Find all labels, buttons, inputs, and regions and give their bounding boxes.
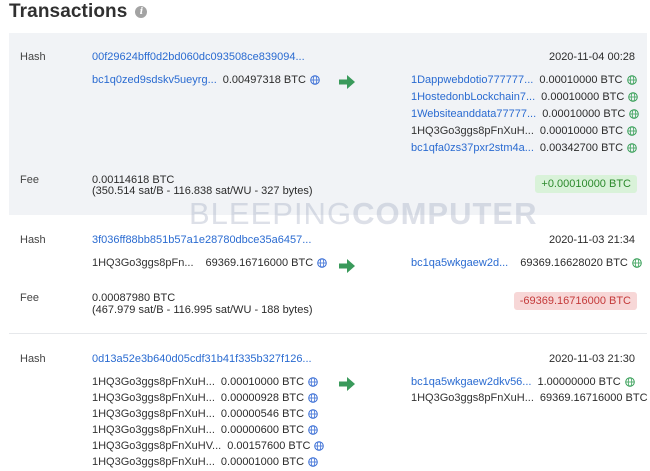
fee-detail: (350.514 sat/B - 116.838 sat/WU - 327 by…	[92, 185, 313, 197]
output-address: 1HQ3Go3ggs8pFnXuH...	[411, 392, 534, 404]
input-address-link[interactable]: bc1q0zed9sdskv5ueyrg...	[92, 74, 217, 86]
input-address: 1HQ3Go3ggs8pFnXuH...	[92, 376, 215, 388]
output-amount: 1.00000000 BTC	[537, 376, 621, 388]
fee-amount: 0.00087980 BTC	[92, 292, 176, 304]
globe-icon[interactable]	[628, 92, 639, 102]
output-address-link[interactable]: 1Websiteanddata77777...	[411, 108, 536, 120]
output-row: bc1qa5wkgaew2dkv56... 1.00000000 BTC	[411, 376, 635, 388]
fee-label: Fee	[20, 292, 39, 304]
output-amount: 0.00010000 BTC	[542, 108, 626, 120]
input-address: 1HQ3Go3ggs8pFnXuH...	[92, 456, 215, 468]
info-icon[interactable]: i	[135, 6, 148, 18]
input-row: 1HQ3Go3ggs8pFnXuH... 0.00010000 BTC	[92, 376, 318, 388]
transaction-card: Hash 0d13a52e3b640d05cdf31b41f335b327f12…	[9, 336, 650, 471]
output-amount: 69369.16628020 BTC	[520, 257, 628, 269]
input-amount: 0.00000546 BTC	[220, 408, 305, 420]
output-address-link[interactable]: 1HostedonbLockchain7...	[411, 91, 535, 103]
input-amount: 0.00010000 BTC	[220, 376, 305, 388]
arrow-right-icon	[339, 75, 355, 89]
output-row: bc1qa5wkgaew2d... 69369.16628020 BTC	[411, 257, 642, 269]
input-row: 1HQ3Go3ggs8pFnXuH... 0.00000600 BTC	[92, 424, 318, 436]
output-amount: 0.00342700 BTC	[539, 142, 624, 154]
globe-icon[interactable]	[314, 441, 325, 451]
output-address-link[interactable]: bc1qfa0zs37pxr2stm4a...	[411, 142, 534, 154]
divider	[9, 333, 647, 334]
input-amount: 0.00497318 BTC	[222, 74, 306, 86]
transaction-hash-link[interactable]: 3f036ff88bb851b57a1e28780dbce35a6457...	[92, 234, 311, 246]
transaction-hash-link[interactable]: 00f29624bff0d2bd060dc093508ce839094...	[92, 51, 305, 63]
output-row: 1HQ3Go3ggs8pFnXuH... 0.00010000 BTC	[411, 125, 637, 137]
output-address-link[interactable]: 1Dappwebdotio777777...	[411, 74, 533, 86]
globe-icon[interactable]	[624, 377, 635, 387]
output-row: 1Dappwebdotio777777... 0.00010000 BTC	[411, 74, 637, 86]
transaction-hash-link[interactable]: 0d13a52e3b640d05cdf31b41f335b327f126...	[92, 353, 312, 365]
balance-change-badge: -69369.16716000 BTC	[513, 292, 637, 310]
globe-icon[interactable]	[317, 258, 327, 268]
output-row: 1Websiteanddata77777... 0.00010000 BTC	[411, 108, 640, 120]
input-amount: 0.00000928 BTC	[220, 392, 305, 404]
transaction-card: Hash 00f29624bff0d2bd060dc093508ce839094…	[9, 33, 647, 215]
output-row: 1HostedonbLockchain7... 0.00010000 BTC	[411, 91, 639, 103]
hash-label: Hash	[20, 353, 46, 365]
hash-label: Hash	[20, 234, 46, 246]
globe-icon[interactable]	[308, 425, 318, 435]
globe-icon[interactable]	[308, 409, 318, 419]
output-address-link[interactable]: bc1qa5wkgaew2dkv56...	[411, 376, 531, 388]
input-amount: 0.00001000 BTC	[220, 456, 305, 468]
transaction-date: 2020-11-03 21:30	[548, 353, 635, 365]
input-row: bc1q0zed9sdskv5ueyrg... 0.00497318 BTC	[92, 74, 320, 86]
output-address: 1HQ3Go3ggs8pFnXuH...	[411, 125, 534, 137]
input-amount: 0.00157600 BTC	[227, 440, 311, 452]
input-address: 1HQ3Go3ggs8pFnXuHV...	[92, 440, 222, 452]
hash-label: Hash	[20, 51, 46, 63]
fee-detail: (467.979 sat/B - 116.995 sat/WU - 188 by…	[92, 304, 313, 316]
input-row: 1HQ3Go3ggs8pFnXuH... 0.00001000 BTC	[92, 456, 318, 468]
input-address: 1HQ3Go3ggs8pFnXuH...	[92, 424, 215, 436]
input-row: 1HQ3Go3ggs8pFn... 69369.16716000 BTC	[92, 257, 327, 269]
output-row: 1HQ3Go3ggs8pFnXuH... 69369.16716000 BTC	[411, 392, 650, 404]
input-address: 1HQ3Go3ggs8pFnXuH...	[92, 408, 215, 420]
globe-icon[interactable]	[629, 109, 640, 119]
globe-icon[interactable]	[308, 377, 318, 387]
arrow-right-icon	[339, 259, 355, 273]
input-amount: 69369.16716000 BTC	[205, 257, 314, 269]
globe-icon[interactable]	[308, 457, 318, 467]
fee-label: Fee	[20, 174, 39, 186]
output-amount: 69369.16716000 BTC	[539, 392, 648, 404]
globe-icon[interactable]	[310, 75, 320, 85]
output-amount: 0.00010000 BTC	[539, 74, 623, 86]
transaction-card: Hash 3f036ff88bb851b57a1e28780dbce35a645…	[9, 216, 647, 334]
output-row: bc1qfa0zs37pxr2stm4a... 0.00342700 BTC	[411, 142, 637, 154]
transaction-date: 2020-11-03 21:34	[548, 234, 635, 246]
output-amount: 0.00010000 BTC	[539, 125, 624, 137]
globe-icon[interactable]	[626, 75, 637, 85]
output-address-link[interactable]: bc1qa5wkgaew2d...	[411, 257, 508, 269]
input-address: 1HQ3Go3ggs8pFn...	[92, 257, 194, 269]
page-header: Transactions i	[9, 0, 148, 24]
arrow-right-icon	[339, 377, 355, 391]
input-row: 1HQ3Go3ggs8pFnXuH... 0.00000928 BTC	[92, 392, 318, 404]
input-address: 1HQ3Go3ggs8pFnXuH...	[92, 392, 215, 404]
transaction-date: 2020-11-04 00:28	[548, 51, 635, 63]
input-row: 1HQ3Go3ggs8pFnXuHV... 0.00157600 BTC	[92, 440, 325, 452]
balance-change-badge: +0.00010000 BTC	[535, 175, 637, 193]
input-row: 1HQ3Go3ggs8pFnXuH... 0.00000546 BTC	[92, 408, 318, 420]
input-amount: 0.00000600 BTC	[220, 424, 305, 436]
globe-icon[interactable]	[627, 126, 637, 136]
globe-icon[interactable]	[308, 393, 318, 403]
globe-icon[interactable]	[627, 143, 637, 153]
page-title: Transactions	[9, 1, 128, 22]
output-amount: 0.00010000 BTC	[541, 91, 625, 103]
globe-icon[interactable]	[632, 258, 642, 268]
